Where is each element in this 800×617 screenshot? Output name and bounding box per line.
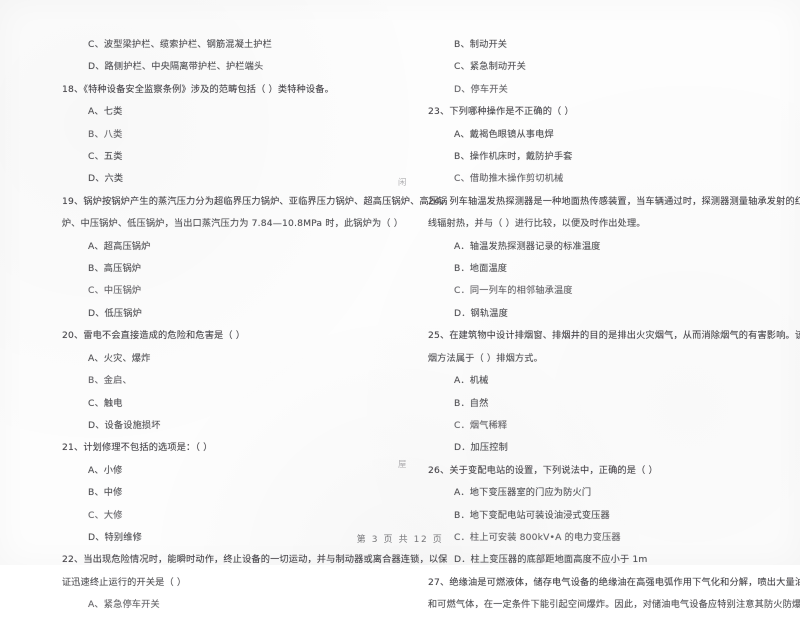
option-line: B．自然: [454, 397, 489, 409]
option-line: C、借助推木操作剪切机械: [454, 173, 564, 185]
option-line: A、小修: [88, 464, 123, 476]
option-line: D、路侧护栏、中央隔离带护栏、护栏端头: [88, 61, 264, 73]
option-line: A、紧急停车开关: [88, 599, 160, 611]
option-line: C、触电: [88, 397, 123, 409]
question-line-continued: 和可燃气体，在一定条件下能引起空间爆炸。因此，对储油电气设备应特别注意其防火防爆…: [427, 599, 800, 611]
question-line: 24、列车轴温发热探测器是一种地面热传感装置，当车辆通过时，探测器测量轴承发射的…: [428, 195, 800, 207]
question-line: 21、计划修理不包括的选项是：（ ）: [62, 442, 213, 454]
two-column-body: C、波型梁护栏、缆索护栏、钢筋混凝土护栏 D、路侧护栏、中央隔离带护栏、护栏端头…: [0, 0, 800, 610]
option-line: C．烟气稀释: [454, 419, 508, 431]
option-line: B、中修: [88, 487, 123, 499]
question-line: 26、关于变配电站的设置，下列说法中，正确的是（ ）: [428, 464, 658, 476]
option-line: C、大修: [88, 509, 123, 521]
page-footer: 第 3 页 共 12 页: [356, 535, 444, 545]
question-line: 27、绝缘油是可燃液体，储存电气设备的绝缘油在高强电弧作用下气化和分解，喷出大量…: [428, 576, 800, 588]
option-line: D、设备设施损坏: [88, 419, 161, 431]
option-line: B．地下变配电站可装设油浸式变压器: [454, 509, 610, 521]
option-line: B．地面温度: [454, 263, 508, 275]
question-line: 19、锅炉按锅炉产生的蒸汽压力分为超临界压力锅炉、亚临界压力锅炉、超高压锅炉、高…: [62, 195, 448, 207]
option-line: A．地下变压器室的门应为防火门: [454, 487, 592, 499]
question-line: 18、《特种设备安全监察条例》涉及的范畴包括（ ）类特种设备。: [62, 83, 334, 95]
option-line: D．钢轨温度: [454, 307, 508, 319]
question-line: 22、当出现危险情况时，能瞬时动作，终止设备的一切运动，并与制动器或离合器连锁，…: [62, 554, 448, 566]
option-line: D、六类: [88, 173, 124, 185]
question-line-continued: 线辐射热，并与（ ）进行比较，以便及时作出处理。: [427, 218, 646, 230]
option-line: A．机械: [454, 375, 489, 387]
right-column: B、制动开关 C、紧急制动开关 D、停车开关 23、下列哪种操作是不正确的（ ）…: [400, 0, 800, 610]
question-line-continued: 烟方法属于（ ）排烟方式。: [427, 352, 543, 364]
option-line: A、超高压锅炉: [88, 240, 151, 252]
option-line: C、五类: [88, 151, 123, 163]
option-line: D、低压锅炉: [88, 307, 142, 319]
option-line: B、金启、: [88, 375, 132, 387]
option-line: D．柱上变压器的底部距地面高度不应小于 1m: [454, 554, 648, 566]
question-line-continued: 炉、中压锅炉、低压锅炉，当出口蒸汽压力为 7.84—10.8MPa 时，此锅炉为…: [61, 218, 404, 230]
scanned-page: C、波型梁护栏、缆索护栏、钢筋混凝土护栏 D、路侧护栏、中央隔离带护栏、护栏端头…: [0, 0, 800, 610]
option-line: C．同一列车的相邻轴承温度: [454, 285, 573, 297]
option-line: C、中压锅炉: [88, 285, 142, 297]
left-column: C、波型梁护栏、缆索护栏、钢筋混凝土护栏 D、路侧护栏、中央隔离带护栏、护栏端头…: [0, 0, 448, 610]
option-line: B、操作机床时，戴防护手套: [454, 151, 573, 163]
question-line-continued: 证迅速终止运行的开关是（ ）: [61, 576, 187, 588]
option-line: D．加压控制: [454, 442, 508, 454]
option-line: B、八类: [88, 128, 123, 140]
option-line: B、制动开关: [454, 39, 508, 50]
scan-artifact-mark: 闲: [398, 177, 407, 187]
question-line: 23、下列哪种操作是不正确的（ ）: [428, 106, 574, 118]
option-line: A、戴褐色眼镜从事电焊: [454, 128, 554, 140]
option-line: A．轴温发热探测器记录的标准温度: [454, 240, 601, 252]
option-line: A、七类: [88, 106, 123, 118]
option-line: C、波型梁护栏、缆索护栏、钢筋混凝土护栏: [88, 39, 272, 50]
option-line: B、高压锅炉: [88, 263, 142, 275]
scan-artifact-mark: 屋: [398, 459, 407, 469]
question-line: 25、在建筑物中设计排烟窗、排烟井的目的是排出火灾烟气，从而消除烟气的有害影响。…: [428, 330, 800, 342]
option-line: A、火灾、爆炸: [88, 352, 151, 364]
option-line: C、紧急制动开关: [454, 61, 526, 73]
option-line: D、停车开关: [454, 83, 508, 95]
question-line: 20、雷电不会直接造成的危险和危害是（ ）: [62, 330, 246, 342]
